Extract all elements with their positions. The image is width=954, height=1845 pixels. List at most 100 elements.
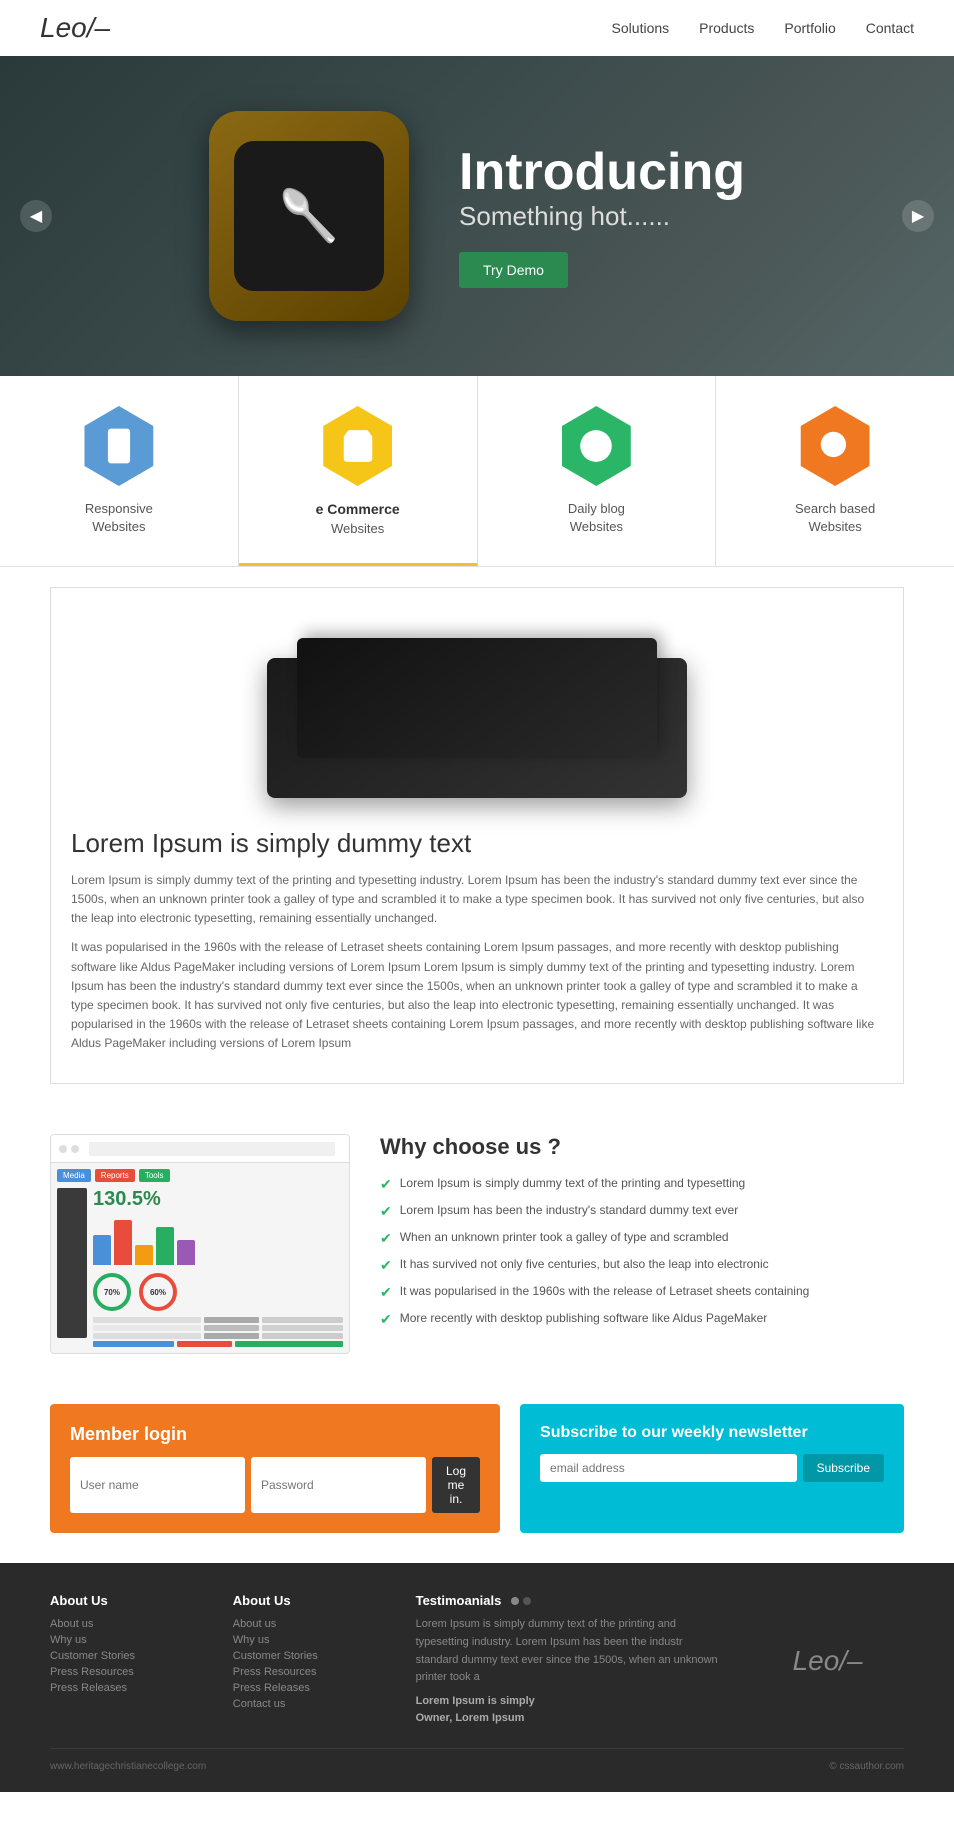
footer-col1-link3[interactable]: Customer Stories xyxy=(50,1650,203,1662)
footer-col2-link4[interactable]: Press Resources xyxy=(233,1666,386,1678)
login-button[interactable]: Log me in. xyxy=(432,1457,480,1513)
hero-heading: Introducing xyxy=(459,144,745,201)
product-heading: Lorem Ipsum is simply dummy text xyxy=(71,828,883,859)
blog-hex-icon xyxy=(556,406,636,486)
footer-col2-title: About Us xyxy=(233,1593,386,1608)
check-icon-3: ✔ xyxy=(380,1230,392,1247)
feature-blog[interactable]: Daily blog Websites xyxy=(478,376,717,566)
footer-col2-link1[interactable]: About us xyxy=(233,1618,386,1630)
product-para1: Lorem Ipsum is simply dummy text of the … xyxy=(71,871,883,929)
ecommerce-label: e Commerce Websites xyxy=(316,500,400,538)
footer-bottom: www.heritagechristianecollege.com © cssa… xyxy=(50,1748,904,1772)
search-icon xyxy=(816,427,854,465)
feature-responsive[interactable]: Responsive Websites xyxy=(0,376,239,566)
username-input[interactable] xyxy=(70,1457,245,1513)
responsive-label: Responsive Websites xyxy=(85,500,153,536)
subscribe-button[interactable]: Subscribe xyxy=(803,1454,884,1482)
testimonial-author: Lorem Ipsum is simply Owner, Lorem Ipsum xyxy=(416,1693,722,1728)
why-title: Why choose us ? xyxy=(380,1134,904,1160)
testi-dot-1[interactable] xyxy=(511,1597,519,1605)
try-demo-button[interactable]: Try Demo xyxy=(459,252,568,288)
footer-col2-link6[interactable]: Contact us xyxy=(233,1698,386,1710)
check-icon-1: ✔ xyxy=(380,1176,392,1193)
dash-circle1: 70% xyxy=(93,1273,131,1311)
why-item-4: ✔ It has survived not only five centurie… xyxy=(380,1257,904,1274)
why-item-6: ✔ More recently with desktop publishing … xyxy=(380,1311,904,1328)
footer-col2-link5[interactable]: Press Releases xyxy=(233,1682,386,1694)
nav-portfolio[interactable]: Portfolio xyxy=(784,20,835,36)
search-hex-icon xyxy=(795,406,875,486)
footer-left-credit: www.heritagechristianecollege.com xyxy=(50,1761,206,1772)
dash-stat: 130.5% xyxy=(93,1188,343,1211)
footer-col1-title: About Us xyxy=(50,1593,203,1608)
feature-search[interactable]: Search based Websites xyxy=(716,376,954,566)
testimonial-text: Lorem Ipsum is simply dummy text of the … xyxy=(416,1616,722,1686)
nav-contact[interactable]: Contact xyxy=(866,20,914,36)
product-section: Lorem Ipsum is simply dummy text Lorem I… xyxy=(50,587,904,1085)
dash-bars xyxy=(93,1215,343,1265)
footer-col2-link2[interactable]: Why us xyxy=(233,1634,386,1646)
nav-products[interactable]: Products xyxy=(699,20,754,36)
product-image xyxy=(71,608,883,808)
footer-logo-wrap: Leo/– xyxy=(751,1593,904,1728)
nav: Solutions Products Portfolio Contact xyxy=(612,20,914,36)
email-input[interactable] xyxy=(540,1454,797,1482)
footer-top: About Us About us Why us Customer Storie… xyxy=(50,1593,904,1728)
hero-text: Introducing Something hot...... Try Demo xyxy=(459,144,745,288)
cta-section: Member login Log me in. Subscribe to our… xyxy=(0,1384,954,1563)
features-section: Responsive Websites e Commerce Websites … xyxy=(0,376,954,567)
why-item-3: ✔ When an unknown printer took a galley … xyxy=(380,1230,904,1247)
header: Leo/– Solutions Products Portfolio Conta… xyxy=(0,0,954,56)
search-label: Search based Websites xyxy=(795,500,875,536)
footer-col2-link3[interactable]: Customer Stories xyxy=(233,1650,386,1662)
feature-ecommerce[interactable]: e Commerce Websites xyxy=(239,376,478,566)
why-item-5: ✔ It was popularised in the 1960s with t… xyxy=(380,1284,904,1301)
product-para2: It was popularised in the 1960s with the… xyxy=(71,938,883,1053)
newsletter-title: Subscribe to our weekly newsletter xyxy=(540,1424,884,1442)
phone-icon xyxy=(100,427,138,465)
login-box: Member login Log me in. xyxy=(50,1404,500,1533)
why-item-1: ✔ Lorem Ipsum is simply dummy text of th… xyxy=(380,1176,904,1193)
check-icon-6: ✔ xyxy=(380,1311,392,1328)
footer-col1: About Us About us Why us Customer Storie… xyxy=(50,1593,203,1728)
hero-image: 🥄 xyxy=(209,111,409,321)
responsive-hex-icon xyxy=(79,406,159,486)
newsletter-box: Subscribe to our weekly newsletter Subsc… xyxy=(520,1404,904,1533)
hero-prev-arrow[interactable]: ◀ xyxy=(20,200,52,232)
footer-col1-link5[interactable]: Press Releases xyxy=(50,1682,203,1694)
testimonial-title: Testimoanials xyxy=(416,1593,722,1608)
globe-icon xyxy=(577,427,615,465)
check-icon-4: ✔ xyxy=(380,1257,392,1274)
newsletter-fields: Subscribe xyxy=(540,1454,884,1482)
footer-right-credit: © cssauthor.com xyxy=(829,1761,904,1772)
blog-label: Daily blog Websites xyxy=(568,500,625,536)
hero-subheading: Something hot...... xyxy=(459,201,745,232)
login-fields: Log me in. xyxy=(70,1457,480,1513)
hero-section: ◀ 🥄 Introducing Something hot...... Try … xyxy=(0,56,954,376)
why-item-2: ✔ Lorem Ipsum has been the industry's st… xyxy=(380,1203,904,1220)
ecommerce-hex-icon xyxy=(318,406,398,486)
why-content: Why choose us ? ✔ Lorem Ipsum is simply … xyxy=(380,1134,904,1338)
check-icon-5: ✔ xyxy=(380,1284,392,1301)
login-title: Member login xyxy=(70,1424,480,1445)
password-input[interactable] xyxy=(251,1457,426,1513)
footer-col1-link2[interactable]: Why us xyxy=(50,1634,203,1646)
cart-icon xyxy=(339,427,377,465)
tablet-top xyxy=(297,638,657,758)
footer-col1-link4[interactable]: Press Resources xyxy=(50,1666,203,1678)
footer-col2: About Us About us Why us Customer Storie… xyxy=(233,1593,386,1728)
testi-dot-2[interactable] xyxy=(523,1597,531,1605)
footer-logo: Leo/– xyxy=(793,1645,863,1677)
why-section: Media Reports Tools 130.5% 70% xyxy=(0,1104,954,1384)
logo: Leo/– xyxy=(40,12,110,44)
nav-solutions[interactable]: Solutions xyxy=(612,20,670,36)
footer-col1-link1[interactable]: About us xyxy=(50,1618,203,1630)
dashboard-mock: Media Reports Tools 130.5% 70% xyxy=(50,1134,350,1354)
dash-circle2: 60% xyxy=(139,1273,177,1311)
footer-testimonial: Testimoanials Lorem Ipsum is simply dumm… xyxy=(416,1593,722,1728)
footer: About Us About us Why us Customer Storie… xyxy=(0,1563,954,1792)
check-icon-2: ✔ xyxy=(380,1203,392,1220)
testimonial-dots xyxy=(511,1597,531,1605)
spoon-icon: 🥄 xyxy=(278,187,340,246)
hero-next-arrow[interactable]: ▶ xyxy=(902,200,934,232)
